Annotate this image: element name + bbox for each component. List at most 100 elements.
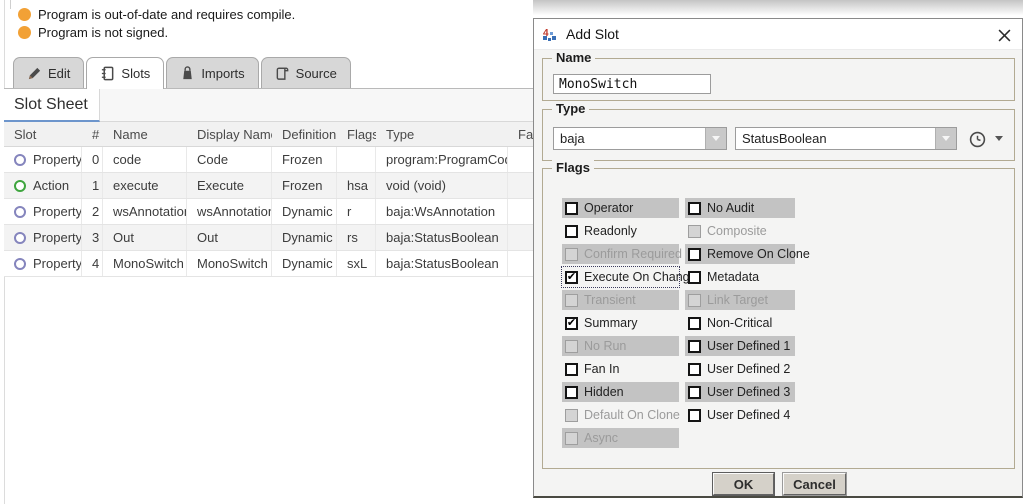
flag-label: Summary [584,316,637,330]
checkbox[interactable] [565,225,578,238]
property-icon [14,258,26,270]
cell-display_name: Out [187,225,272,250]
cell-num: 3 [82,225,103,250]
table-row[interactable]: Action1executeExecuteFrozenhsavoid (void… [4,173,534,199]
flag-checkbox-confirm-required: Confirm Required [562,244,679,264]
flags-groupbox: Flags OperatorReadonlyConfirm Required✔E… [542,168,1015,469]
flag-checkbox-non-critical[interactable]: Non-Critical [685,313,795,333]
cell-display_name: MonoSwitch [187,251,272,276]
table-row[interactable]: Property3OutOutDynamicrsbaja:StatusBoole… [4,225,534,251]
flag-checkbox-no-audit[interactable]: No Audit [685,198,795,218]
checkbox [688,225,701,238]
tab-slots[interactable]: Slots [86,57,164,89]
chevron-down-icon[interactable] [935,128,956,149]
column-header[interactable]: Type [376,122,508,146]
checkbox[interactable] [688,317,701,330]
table-row[interactable]: Property0codeCodeFrozenprogram:ProgramCo… [4,147,534,173]
flag-checkbox-remove-on-clone[interactable]: Remove On Clone [685,244,795,264]
checkbox[interactable] [688,363,701,376]
checkbox [565,432,578,445]
chevron-down-icon[interactable] [705,128,726,149]
cell-type: program:ProgramCode [376,147,508,172]
flag-checkbox-user-defined-4[interactable]: User Defined 4 [685,405,795,425]
checkbox[interactable] [688,386,701,399]
flag-checkbox-transient: Transient [562,290,679,310]
cell-definition: Frozen [272,147,337,172]
checkbox[interactable] [688,271,701,284]
page-title: Slot Sheet [14,96,88,114]
cell-facets [508,147,534,172]
tab-edit[interactable]: Edit [13,57,84,88]
column-header[interactable]: Flags [337,122,376,146]
cell-type: baja:StatusBoolean [376,225,508,250]
flag-label: Async [584,431,618,445]
column-header[interactable]: Display Name [187,122,272,146]
flag-checkbox-composite: Composite [685,221,795,241]
column-header[interactable]: Definition [272,122,337,146]
checkbox[interactable] [565,386,578,399]
flag-checkbox-readonly[interactable]: Readonly [562,221,679,241]
module-dropdown[interactable]: baja [553,127,727,150]
flag-label: User Defined 4 [707,408,790,422]
checkbox[interactable] [688,340,701,353]
slots-icon [100,66,115,81]
flag-label: Link Target [707,293,768,307]
flag-checkbox-user-defined-2[interactable]: User Defined 2 [685,359,795,379]
table-row[interactable]: Property2wsAnnotationwsAnnotationDynamic… [4,199,534,225]
cell-num: 0 [82,147,103,172]
cell-facets [508,251,534,276]
type-dropdown[interactable]: StatusBoolean [735,127,957,150]
checkbox [565,294,578,307]
flag-checkbox-execute-on-change[interactable]: ✔Execute On Change [562,267,679,287]
cell-num: 1 [82,173,103,198]
pencil-icon [27,66,42,81]
flag-label: Execute On Change [584,270,697,284]
dialog-title: Add Slot [566,26,619,42]
flag-checkbox-operator[interactable]: Operator [562,198,679,218]
history-clock-icon[interactable] [967,129,987,149]
cell-display_name: Execute [187,173,272,198]
svg-text:4: 4 [543,28,549,39]
tab-label: Source [296,66,337,81]
dialog-titlebar[interactable]: 4 Add Slot [534,19,1022,50]
flag-checkbox-user-defined-1[interactable]: User Defined 1 [685,336,795,356]
ok-button[interactable]: OK [713,473,774,495]
checkbox[interactable] [688,409,701,422]
imports-icon [180,66,195,81]
cell-num: 4 [82,251,103,276]
cell-definition: Dynamic [272,251,337,276]
cell-slot: Property [4,251,82,276]
status-text: Program is not signed. [38,25,168,40]
flag-checkbox-link-target: Link Target [685,290,795,310]
slot-sheet-tab[interactable]: Slot Sheet [4,89,100,122]
flag-checkbox-hidden[interactable]: Hidden [562,382,679,402]
flag-label: Hidden [584,385,624,399]
cancel-button[interactable]: Cancel [783,473,846,495]
tab-imports[interactable]: Imports [166,57,258,88]
checkbox[interactable] [688,248,701,261]
column-header[interactable]: Name [103,122,187,146]
tab-source[interactable]: Source [261,57,351,88]
close-icon[interactable] [994,25,1014,45]
checkbox[interactable] [565,363,578,376]
table-row[interactable]: Property4MonoSwitchMonoSwitchDynamicsxLb… [4,251,534,277]
flag-label: Confirm Required [584,247,682,261]
column-header[interactable]: Facets [508,122,534,146]
checkbox[interactable]: ✔ [565,271,578,284]
cell-facets [508,225,534,250]
flag-checkbox-summary[interactable]: ✔ Summary [562,313,679,333]
cell-flags: rs [337,225,376,250]
flag-checkbox-fan-in[interactable]: Fan In [562,359,679,379]
cell-name: wsAnnotation [103,199,187,224]
checkbox[interactable] [688,202,701,215]
column-header[interactable]: # [82,122,103,146]
flag-checkbox-user-defined-3[interactable]: User Defined 3 [685,382,795,402]
caret-down-icon[interactable] [995,136,1003,141]
flag-checkbox-metadata[interactable]: Metadata [685,267,795,287]
checkbox[interactable] [565,202,578,215]
checkbox [688,294,701,307]
slot-name-input[interactable] [553,74,711,94]
checkbox[interactable]: ✔ [565,317,578,330]
column-header[interactable]: Slot [4,122,82,146]
flag-label: Metadata [707,270,759,284]
